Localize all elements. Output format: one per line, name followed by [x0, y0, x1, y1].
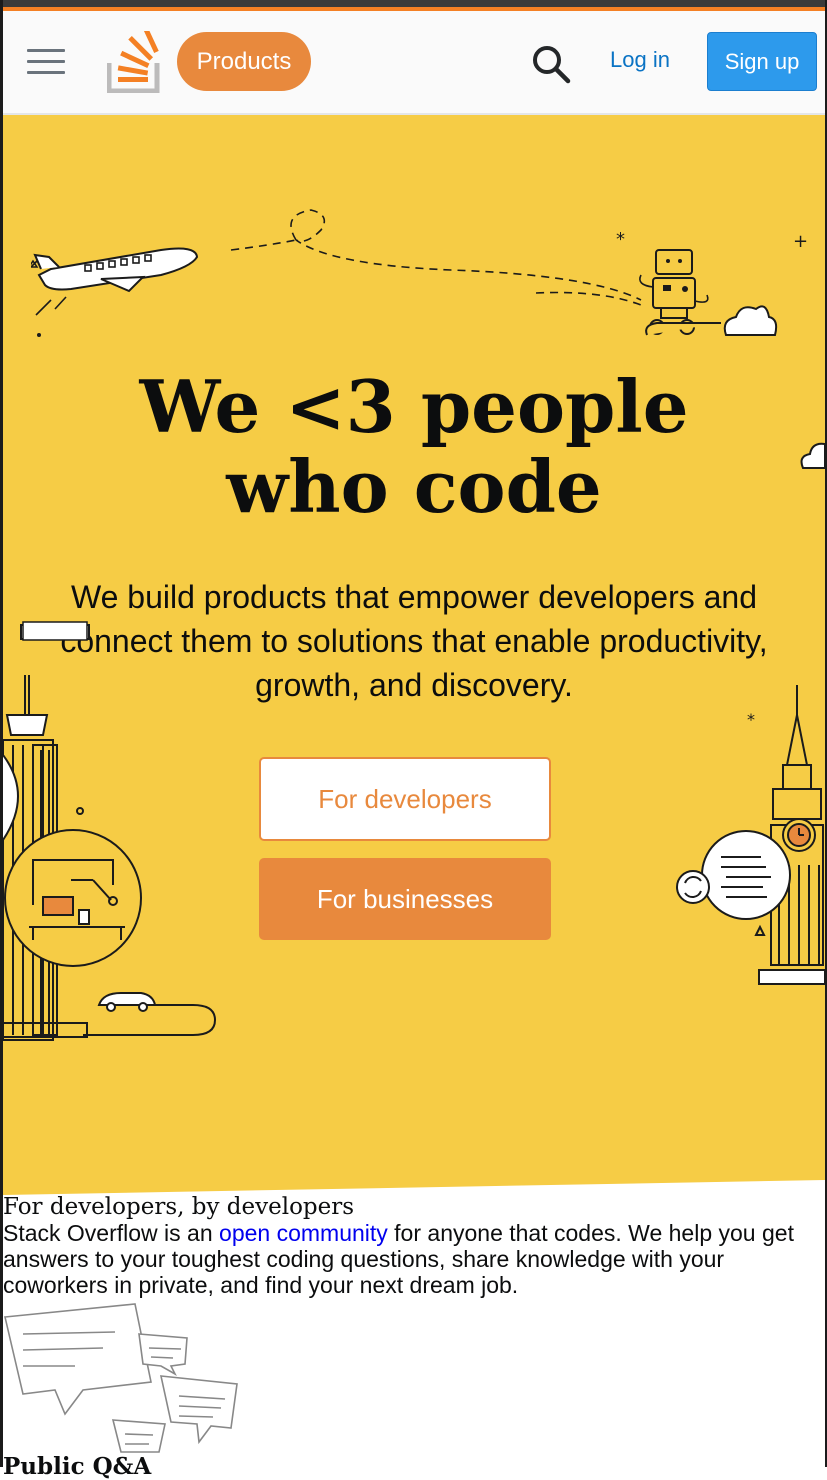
developers-section: For developers, by developers Stack Over… — [3, 1194, 825, 1298]
hamburger-menu-icon[interactable] — [27, 49, 65, 77]
clock-tower-illustration: * — [676, 685, 825, 985]
top-navigation-bar: Products Log in Sign up — [3, 11, 825, 115]
developers-heading: For developers, by developers — [3, 1194, 355, 1220]
signup-button[interactable]: Sign up — [707, 32, 817, 91]
public-qa-heading: Public Q&A — [3, 1453, 152, 1480]
hero-title: We <3 people who code — [139, 364, 689, 529]
login-link[interactable]: Log in — [610, 47, 670, 73]
svg-text:*: * — [747, 710, 755, 729]
products-button[interactable]: Products — [177, 32, 311, 91]
svg-text:+: + — [793, 231, 808, 252]
description-text-before: Stack Overflow is an — [3, 1220, 220, 1246]
flag-illustration — [22, 621, 88, 641]
stack-overflow-logo[interactable] — [107, 31, 163, 93]
cloud-illustration — [800, 442, 825, 469]
topbar-accent-stripe — [0, 0, 827, 11]
search-icon[interactable] — [531, 44, 571, 84]
open-community-link[interactable]: open community — [219, 1220, 388, 1246]
city-buildings-illustration — [3, 624, 217, 1041]
for-developers-button[interactable]: For developers — [259, 757, 551, 841]
speech-bubbles-illustration — [4, 1303, 238, 1453]
hero-section: * + We <3 people who code We build produ… — [3, 115, 825, 1195]
window-frame-left — [0, 0, 3, 1467]
svg-text:*: * — [616, 229, 625, 250]
developers-description: Stack Overflow is an open community for … — [3, 1220, 825, 1298]
for-businesses-button[interactable]: For businesses — [259, 858, 551, 940]
decorative-circle — [3, 755, 19, 841]
